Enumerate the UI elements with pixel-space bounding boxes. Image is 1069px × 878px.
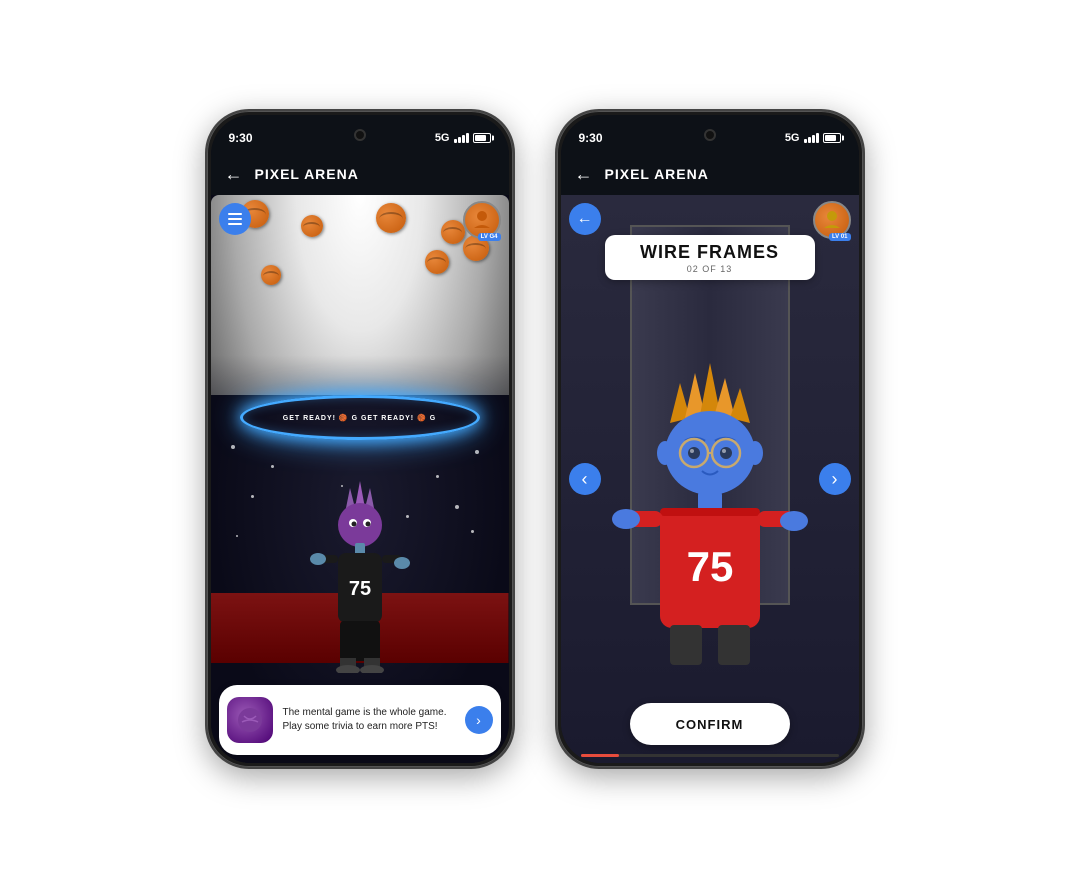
nba-ring: GET READY! 🏀 G GET READY! 🏀 G [240, 395, 480, 440]
nav-arrow-right[interactable]: › [819, 463, 851, 495]
basketball-6 [261, 265, 281, 285]
app-title-1: PIXEL ARENA [255, 166, 359, 182]
level-badge-1: LV G4 [478, 233, 501, 241]
character-2: 75 [610, 353, 810, 673]
avatar-icon [470, 208, 494, 232]
signal-text-2: 5G [785, 132, 800, 144]
menu-line-3 [228, 223, 242, 225]
signal-bar-2-3 [812, 135, 815, 143]
phones-container: 9:30 5G ← PIXEL ARENA [185, 89, 885, 789]
menu-line-1 [228, 213, 242, 215]
chat-bubble: The mental game is the whole game. Play … [219, 685, 501, 755]
ball-icon [236, 706, 264, 734]
phone-1: 9:30 5G ← PIXEL ARENA [205, 109, 515, 769]
signal-bar-4 [466, 133, 469, 143]
battery-fill-1 [475, 135, 486, 141]
camera-notch-1 [354, 129, 366, 141]
battery-fill-2 [825, 135, 836, 141]
light-dot-2 [271, 465, 274, 468]
back-button-1[interactable]: ← [225, 164, 243, 185]
nav-arrow-left[interactable]: ‹ [569, 463, 601, 495]
confirm-label: CONFIRM [676, 717, 744, 732]
camera-notch-2 [704, 129, 716, 141]
menu-button[interactable] [219, 203, 251, 235]
signal-bar-2-4 [816, 133, 819, 143]
battery-icon-2 [823, 133, 841, 143]
confirm-button[interactable]: CONFIRM [630, 703, 790, 745]
left-arrow-icon: ‹ [582, 469, 588, 490]
signal-bar-3 [462, 135, 465, 143]
back-circle-icon: ← [577, 210, 593, 228]
basketball-4 [441, 220, 465, 244]
avatar-badge-2[interactable]: LV 01 [813, 201, 851, 239]
basketball-7 [425, 250, 449, 274]
phone1-screen: GET READY! 🏀 G GET READY! 🏀 G [211, 195, 509, 763]
phone-1-inner: 9:30 5G ← PIXEL ARENA [211, 115, 509, 763]
signal-bars-1 [454, 133, 469, 143]
signal-bar-2-2 [808, 137, 811, 143]
basketball-3 [376, 203, 406, 233]
status-time-1: 9:30 [229, 131, 253, 145]
character-1: 75 [310, 473, 410, 673]
nba-ring-text: GET READY! 🏀 G GET READY! 🏀 G [283, 414, 436, 422]
character-svg-1: 75 [310, 473, 410, 673]
light-dot-4 [436, 475, 439, 478]
right-arrow-icon: › [832, 469, 838, 490]
chat-next-button[interactable]: › [465, 706, 493, 734]
wire-frames-subtitle: 02 OF 13 [617, 264, 803, 274]
light-dot-3 [475, 450, 479, 454]
light-dot-10 [471, 530, 474, 533]
wire-frames-header: WIRE FRAMES 02 OF 13 [605, 235, 815, 280]
avatar-badge-1[interactable]: LV G4 [463, 201, 501, 239]
status-time-2: 9:30 [579, 131, 603, 145]
level-badge-2: LV 01 [829, 233, 851, 241]
back-circle-button[interactable]: ← [569, 203, 601, 235]
phone-2-inner: 9:30 5G ← PIXEL ARENA [561, 115, 859, 763]
progress-bar-bg [581, 754, 839, 757]
back-button-2[interactable]: ← [575, 164, 593, 185]
light-dot-9 [236, 535, 238, 537]
chat-icon [227, 697, 273, 743]
light-dot-1 [231, 445, 235, 449]
menu-line-2 [228, 218, 242, 220]
battery-icon-1 [473, 133, 491, 143]
wire-frames-title: WIRE FRAMES [617, 243, 803, 261]
signal-bar-2-1 [804, 139, 807, 143]
status-icons-1: 5G [435, 132, 491, 144]
chat-text: The mental game is the whole game. Play … [283, 706, 455, 734]
status-icons-2: 5G [785, 132, 841, 144]
phone2-screen: WIRE FRAMES 02 OF 13 ← LV 01 [561, 195, 859, 763]
svg-text:75: 75 [686, 543, 733, 590]
app-bar-2: ← PIXEL ARENA [561, 153, 859, 195]
signal-text-1: 5G [435, 132, 450, 144]
light-dot-5 [251, 495, 254, 498]
svg-text:75: 75 [348, 578, 370, 600]
character-svg-2: 75 [610, 353, 810, 673]
phone-2: 9:30 5G ← PIXEL ARENA [555, 109, 865, 769]
progress-bar-fill [581, 754, 620, 757]
light-dot-6 [455, 505, 459, 509]
signal-bar-2 [458, 137, 461, 143]
app-bar-1: ← PIXEL ARENA [211, 153, 509, 195]
signal-bar-1 [454, 139, 457, 143]
signal-bars-2 [804, 133, 819, 143]
app-title-2: PIXEL ARENA [605, 166, 709, 182]
basketball-2 [301, 215, 323, 237]
avatar-icon-2 [820, 208, 844, 232]
